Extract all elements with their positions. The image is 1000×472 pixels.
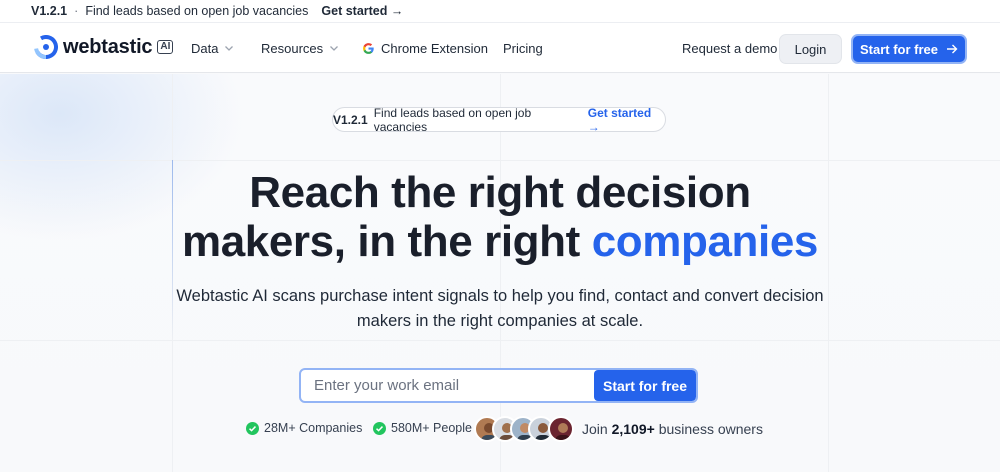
logo-text: webtastic <box>63 35 153 58</box>
headline-highlight: companies <box>591 217 819 266</box>
work-email-input[interactable] <box>301 370 594 401</box>
request-demo-link[interactable]: Request a demo <box>682 23 777 73</box>
request-demo-label: Request a demo <box>682 40 778 56</box>
logo[interactable]: webtastic AI <box>34 35 174 59</box>
nav-item-label: Resources <box>261 40 324 56</box>
announcement-version: V1.2.1 <box>31 4 68 18</box>
nav-item-label: Data <box>191 40 219 56</box>
subtitle-line1: Webtastic AI scans purchase intent signa… <box>176 287 824 305</box>
stat-people: 580M+ People <box>373 421 472 435</box>
arrow-right-icon <box>947 44 958 54</box>
announcement-cta-link[interactable]: Get started → <box>321 4 403 18</box>
social-proof-text: Join 2,109+ business owners <box>582 421 763 437</box>
start-for-free-label: Start for free <box>859 41 939 57</box>
headline-line1: Reach the right decision <box>249 168 751 217</box>
avatar <box>548 416 574 442</box>
email-signup-form: Start for free <box>299 368 698 403</box>
join-prefix: Join <box>582 421 608 437</box>
login-button[interactable]: Login <box>779 34 842 64</box>
pill-version: V1.2.1 <box>333 112 368 127</box>
hero-subtitle: Webtastic AI scans purchase intent signa… <box>0 284 1000 334</box>
avatar-group <box>474 416 574 444</box>
nav-item-label: Chrome Extension <box>381 40 488 56</box>
grid-line <box>0 160 1000 161</box>
stat-label: 580M+ People <box>391 421 472 435</box>
announcement-separator: · <box>74 4 79 18</box>
grid-line <box>828 74 829 472</box>
announcement-bar: V1.2.1 · Find leads based on open job va… <box>0 0 1000 23</box>
logo-ai-badge: AI <box>157 40 174 54</box>
nav-item-pricing[interactable]: Pricing <box>503 23 543 73</box>
nav-item-resources[interactable]: Resources <box>261 23 339 73</box>
join-suffix: business owners <box>658 421 763 437</box>
chevron-down-icon <box>330 46 339 51</box>
chevron-down-icon <box>225 46 234 51</box>
nav-item-chrome-extension[interactable]: Chrome Extension <box>362 23 488 73</box>
announcement-text: Find leads based on open job vacancies <box>85 4 309 18</box>
grid-line <box>500 74 501 472</box>
join-count: 2,109+ <box>611 421 655 437</box>
stat-label: 28M+ Companies <box>264 421 363 435</box>
stat-companies: 28M+ Companies <box>246 421 362 435</box>
check-circle-icon <box>246 421 259 435</box>
headline-line2: makers, in the right <box>182 217 580 266</box>
submit-label: Start for free <box>602 377 688 394</box>
nav-item-label: Pricing <box>503 40 543 56</box>
start-for-free-hero-button[interactable]: Start for free <box>594 370 696 401</box>
pill-cta-link[interactable]: Get started → <box>588 106 665 134</box>
start-for-free-nav-button[interactable]: Start for free <box>851 34 967 64</box>
webtastic-logo-icon <box>34 35 58 59</box>
subtitle-line2: makers in the right companies at scale. <box>356 312 644 330</box>
nav-item-data[interactable]: Data <box>191 23 234 73</box>
check-circle-icon <box>373 421 386 435</box>
login-label: Login <box>794 41 827 57</box>
announcement-pill[interactable]: V1.2.1 Find leads based on open job vaca… <box>332 105 666 134</box>
navbar: webtastic AI Data Resources Chrome Exten… <box>0 23 1000 73</box>
google-icon <box>363 42 374 54</box>
pill-text: Find leads based on open job vacancies <box>373 105 532 134</box>
grid-line <box>0 340 1000 341</box>
hero-headline: Reach the right decision makers, in the … <box>0 168 1000 266</box>
